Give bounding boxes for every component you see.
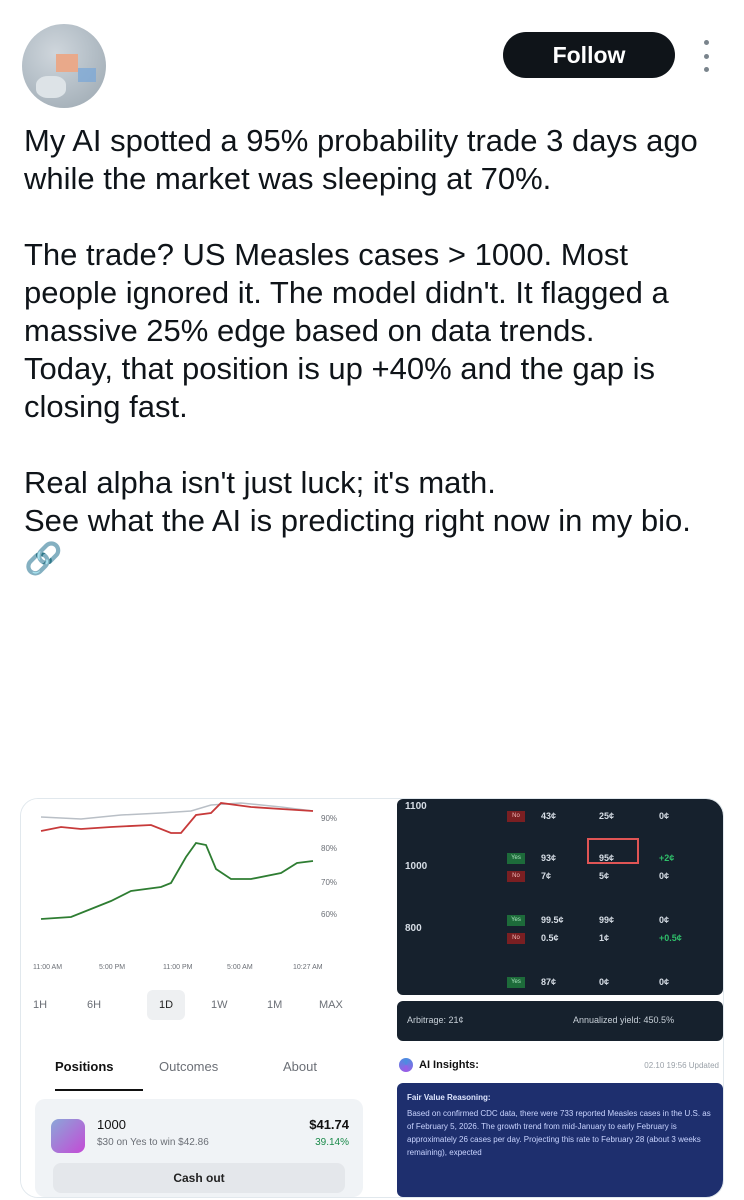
timeframe-1d[interactable]: 1D [147,990,186,1020]
timeframe-1h[interactable]: 1H [33,999,47,1011]
no-tag: No [507,871,525,882]
price-cell: 5¢ [599,871,610,881]
price-cell: 0¢ [659,871,670,881]
price-cell: 0¢ [659,977,670,987]
timeframe-1w[interactable]: 1W [211,999,228,1011]
tab-about[interactable]: About [283,1059,317,1074]
arbitrage-bar: Arbitrage: 21¢ Annualized yield: 450.5% [397,1001,723,1041]
tab-positions[interactable]: Positions [55,1059,114,1074]
green-line [40,842,314,920]
price-cell: 93¢ [541,853,557,863]
price-cell: 7¢ [541,871,552,881]
annualized-yield: Annualized yield: 450.5% [573,1015,675,1025]
ai-insights-box: Fair Value Reasoning: Based on confirmed… [397,1083,723,1197]
price-cell: +2¢ [659,853,675,863]
x-tick: 10:27 AM [293,964,323,971]
position-pct: 39.14% [315,1137,349,1148]
price-cell: 1¢ [599,933,610,943]
insights-heading: Fair Value Reasoning: [407,1093,491,1102]
x-tick: 11:00 AM [33,964,62,971]
ai-insights-title: AI Insights: [419,1059,479,1071]
yes-tag: Yes [507,977,525,988]
no-tag: No [507,933,525,944]
price-cell: 25¢ [599,811,615,821]
yes-tag: Yes [507,853,525,864]
insights-body: Based on confirmed CDC data, there were … [407,1109,711,1157]
tab-underline [55,1089,143,1091]
position-value: $41.74 [309,1117,349,1132]
x-tick: 11:00 PM [163,964,193,971]
more-options-icon[interactable] [698,40,714,72]
arbitrage-label: Arbitrage: 21¢ [407,1015,464,1025]
price-cell: 0¢ [659,811,670,821]
price-cell: 43¢ [541,811,557,821]
price-cell: 95¢ [599,853,615,863]
red-line [40,802,314,834]
price-cell: 0¢ [659,915,670,925]
position-subtitle: $30 on Yes to win $42.86 [97,1137,209,1148]
price-chart: 90% 80% 70% 60% 11:00 AM 5:00 PM 11:00 P… [33,802,337,971]
strike-label: 1000 [405,861,428,872]
position-card: 1000 $30 on Yes to win $42.86 $41.74 39.… [35,1099,363,1197]
author-avatar[interactable] [22,24,106,108]
ai-insights-header: AI Insights: 02.10 19:56 Updated [397,1055,723,1077]
price-cell: 87¢ [541,977,557,987]
x-tick: 5:00 PM [99,964,125,971]
price-cell: 99.5¢ [541,915,564,925]
market-tabs: Positions Outcomes About [21,1045,375,1085]
follow-button[interactable]: Follow [503,32,675,78]
gray-line [40,802,314,820]
post-media[interactable]: 90% 80% 70% 60% 11:00 AM 5:00 PM 11:00 P… [20,798,724,1198]
analysis-screenshot: 1100 1000 800 No 43¢ 25¢ 0¢ Yes 93¢ 95¢ … [397,799,723,1197]
ai-logo-icon [399,1058,413,1072]
market-screenshot: 90% 80% 70% 60% 11:00 AM 5:00 PM 11:00 P… [21,799,375,1197]
y-tick: 70% [321,878,337,887]
y-tick: 60% [321,910,337,919]
timeframe-6h[interactable]: 6H [87,999,101,1011]
position-title: 1000 [97,1117,126,1132]
market-icon [51,1119,85,1153]
price-cell: 99¢ [599,915,615,925]
y-tick: 90% [321,814,337,823]
strike-label: 800 [405,923,422,934]
cash-out-button[interactable]: Cash out [53,1163,345,1193]
strike-label: 1100 [405,801,427,812]
price-cell: 0.5¢ [541,933,559,943]
x-tick: 5:00 AM [227,964,253,971]
timeframe-max[interactable]: MAX [319,999,343,1011]
ai-insights-date: 02.10 19:56 Updated [644,1061,719,1070]
price-cell: 0¢ [599,977,610,987]
price-cell: +0.5¢ [659,933,682,943]
timeframe-1m[interactable]: 1M [267,999,282,1011]
yes-tag: Yes [507,915,525,926]
y-tick: 80% [321,844,337,853]
order-book: 1100 1000 800 No 43¢ 25¢ 0¢ Yes 93¢ 95¢ … [397,799,723,995]
post-text: My AI spotted a 95% probability trade 3 … [24,123,698,576]
tab-outcomes[interactable]: Outcomes [159,1059,218,1074]
no-tag: No [507,811,525,822]
